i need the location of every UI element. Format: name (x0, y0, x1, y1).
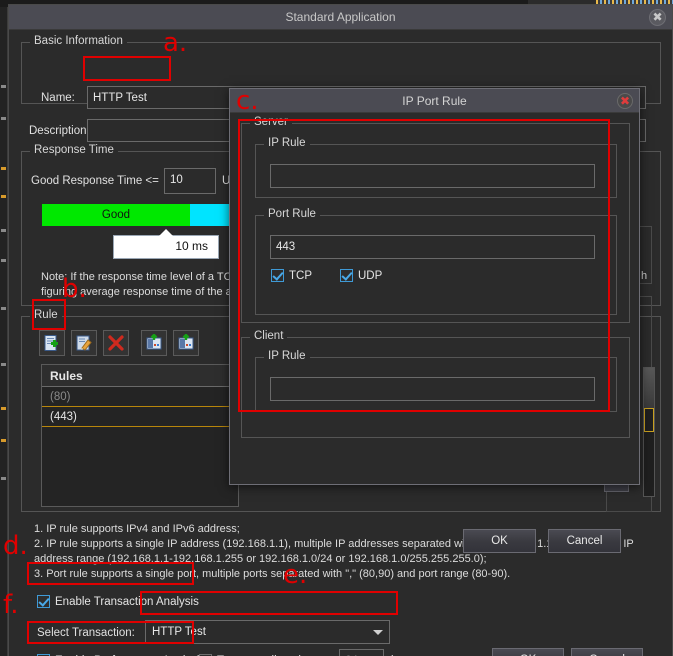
background-scroll-thumb (644, 368, 654, 408)
rules-list[interactable]: Rules (80) (443) (41, 364, 239, 507)
document-add-icon (44, 335, 58, 351)
response-time-bar: Good (42, 204, 234, 226)
screen-root: Standard Application ✖ Basic Information… (0, 0, 673, 656)
delete-rule-button[interactable] (103, 330, 129, 356)
window-titlebar: Standard Application ✖ (9, 5, 672, 30)
description-label: Description: (29, 125, 90, 137)
close-icon[interactable]: ✖ (649, 9, 666, 26)
modal-ok-button[interactable]: OK (463, 529, 536, 553)
server-ip-rule-input[interactable] (270, 164, 595, 188)
rule-legend: Rule (30, 309, 62, 321)
annotation-label-c: c. (236, 86, 259, 116)
modal-cancel-button[interactable]: Cancel (548, 529, 621, 553)
annotation-label-a: a. (163, 28, 188, 58)
tcp-label: TCP (289, 269, 312, 282)
checkbox-icon (271, 269, 284, 282)
tcp-checkbox[interactable]: TCP (271, 269, 312, 282)
enable-transaction-analysis-label: Enable Transaction Analysis (55, 595, 199, 608)
select-transaction-value: HTTP Test (152, 626, 206, 638)
rules-list-header: Rules (42, 365, 238, 387)
good-response-time-input[interactable]: 10 (164, 168, 216, 194)
annotation-label-b: b. (62, 274, 87, 304)
note-line: 3. Port rule supports a single port, mul… (34, 568, 511, 580)
select-transaction-dropdown[interactable]: HTTP Test (145, 620, 390, 644)
annotation-label-e: e. (283, 560, 308, 590)
server-port-rule-group: Port Rule (255, 208, 617, 315)
checkbox-icon (340, 269, 353, 282)
export-arrow-icon (178, 334, 194, 350)
client-ip-rule-input[interactable] (270, 377, 595, 401)
export-rules-button[interactable] (173, 330, 199, 356)
good-response-time-label: Good Response Time <= (31, 175, 159, 187)
truncate-bytes-input[interactable]: 64 (339, 649, 384, 656)
client-legend: Client (250, 330, 288, 342)
select-transaction-label: Select Transaction: (37, 627, 135, 639)
ip-port-rule-dialog: IP Port Rule ✖ Server IP Rule Port Rule … (229, 88, 640, 553)
udp-checkbox[interactable]: UDP (340, 269, 382, 282)
udp-label: UDP (358, 269, 383, 282)
server-port-rule-input[interactable]: 443 (270, 235, 595, 259)
modal-title: IP Port Rule (402, 93, 467, 108)
enable-transaction-analysis-checkbox[interactable]: Enable Transaction Analysis (37, 595, 199, 608)
background-highlight-box (644, 408, 654, 432)
ok-button[interactable]: OK (492, 648, 564, 656)
annotation-label-f: f. (3, 590, 19, 620)
server-ip-rule-legend: IP Rule (264, 137, 310, 149)
close-icon[interactable]: ✖ (617, 93, 633, 109)
add-rule-button[interactable] (39, 330, 65, 356)
pencil-edit-icon (76, 335, 92, 351)
annotation-label-d: d. (3, 531, 28, 561)
response-time-tooltip: 10 ms (113, 229, 219, 259)
name-label: Name: (41, 92, 75, 104)
basic-information-legend: Basic Information (30, 35, 127, 47)
client-ip-rule-legend: IP Rule (264, 350, 310, 362)
import-rules-button[interactable] (141, 330, 167, 356)
modal-titlebar: IP Port Rule ✖ (230, 89, 639, 113)
checkbox-icon (37, 595, 50, 608)
import-arrow-icon (146, 334, 162, 350)
chevron-down-icon (373, 630, 383, 635)
list-item[interactable]: (80) (42, 387, 238, 407)
edit-rule-button[interactable] (71, 330, 97, 356)
list-item[interactable]: (443) (42, 407, 238, 427)
response-bar-cyan-segment (190, 204, 234, 226)
background-text-fragment: h (641, 270, 648, 282)
cancel-button[interactable]: Cancel (571, 648, 643, 656)
response-time-legend: Response Time (30, 144, 118, 156)
red-x-delete-icon (108, 335, 124, 351)
server-port-rule-legend: Port Rule (264, 208, 320, 220)
response-bar-good-segment: Good (42, 204, 190, 226)
note-line: address range (192.168.1.1-192.168.1.255… (34, 553, 487, 565)
window-title: Standard Application (285, 10, 396, 24)
server-legend: Server (250, 116, 292, 128)
